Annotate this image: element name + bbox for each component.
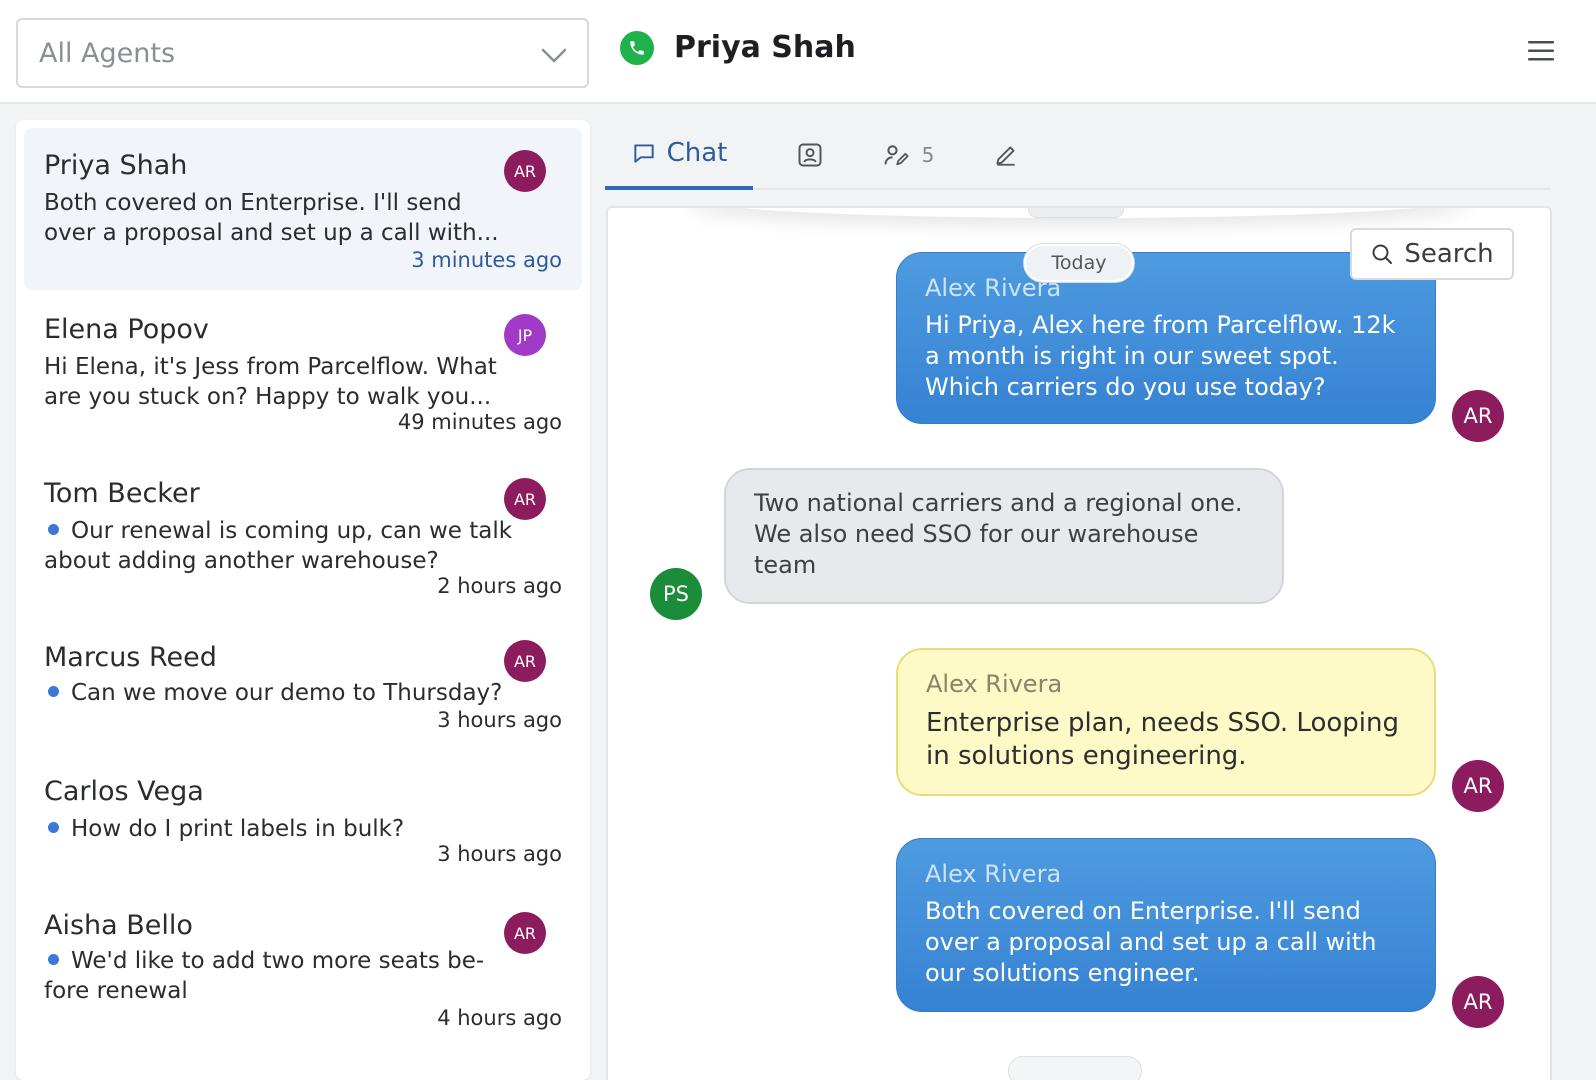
- conversation-name: Priya Shah: [44, 150, 188, 181]
- detail-tabs: Chat 5: [605, 120, 1551, 190]
- conversation-list: Priya Shah AR Both covered on Enterprise…: [16, 120, 590, 1080]
- message-bubble: Two national carriers and a regional one…: [724, 468, 1284, 604]
- conversation-item[interactable]: Elena Popov JP Hi Elena, it's Jess from …: [24, 292, 582, 452]
- conversation-preview-text: Can we move our demo to Thursday?: [71, 680, 503, 706]
- message-sender: Alex Rivera: [925, 860, 1062, 888]
- conversation-item[interactable]: Carlos Vega How do I print labels in bul…: [24, 754, 582, 884]
- agent-avatar: JP: [504, 314, 546, 356]
- agent-filter-value: All Agents: [39, 38, 176, 69]
- tab-chat[interactable]: Chat: [605, 120, 753, 190]
- message-sender: Alex Rivera: [926, 670, 1063, 698]
- conversation-name: Tom Becker: [44, 478, 200, 509]
- agent-avatar: AR: [504, 150, 546, 192]
- message-bubble: Alex Rivera Both covered on Enterprise. …: [896, 838, 1436, 1012]
- conversation-name: Carlos Vega: [44, 776, 204, 807]
- tab-notes[interactable]: [981, 120, 1031, 190]
- conversation-preview: Our renewal is coming up, can we talk ab…: [44, 516, 514, 576]
- phone-icon[interactable]: [620, 30, 654, 65]
- app-header: All Agents Priya Shah: [0, 0, 1596, 104]
- unread-dot: [48, 524, 59, 535]
- message-avatar: AR: [1452, 976, 1504, 1028]
- conversation-time: 3 hours ago: [437, 708, 562, 732]
- conversation-item[interactable]: Aisha Bello AR We'd like to add two more…: [24, 888, 582, 1048]
- assignee-count: 5: [921, 143, 935, 167]
- conversation-preview-text: We'd like to add two more seats be-fore …: [44, 948, 485, 1004]
- scroll-marker: [1028, 208, 1124, 218]
- conversation-name: Marcus Reed: [44, 642, 217, 673]
- conversation-name: Aisha Bello: [44, 910, 193, 941]
- chevron-down-icon: [541, 48, 567, 63]
- conversation-preview: How do I print labels in bulk?: [44, 814, 514, 844]
- unread-dot: [48, 954, 59, 965]
- date-divider: Today: [1024, 244, 1134, 282]
- conversation-time: 4 hours ago: [437, 1006, 562, 1030]
- conversation-time: 3 minutes ago: [411, 248, 562, 272]
- message-avatar: AR: [1452, 390, 1504, 442]
- conversation-time: 2 hours ago: [437, 574, 562, 598]
- message-text: Hi Priya, Alex here from Parcelflow. 12k…: [925, 311, 1396, 401]
- scroll-marker: [1008, 1056, 1142, 1080]
- search-icon: [1372, 244, 1393, 264]
- agent-avatar: AR: [504, 640, 546, 682]
- search-button[interactable]: Search: [1350, 228, 1514, 280]
- message-sender: Alex Rivera: [925, 274, 1062, 302]
- message-text: Both covered on Enterprise. I'll send ov…: [925, 897, 1377, 987]
- chat-panel: Search Today Alex Rivera Hi Priya, Alex …: [606, 206, 1552, 1080]
- conversation-preview: Hi Elena, it's Jess from Parcelflow. Wha…: [44, 354, 497, 410]
- conversation-preview: We'd like to add two more seats be-fore …: [44, 946, 514, 1006]
- pencil-icon: [996, 146, 1015, 166]
- conversation-preview: Can we move our demo to Thursday?: [44, 678, 514, 708]
- message-avatar: PS: [650, 568, 702, 620]
- agent-avatar: AR: [504, 478, 546, 520]
- message-text: Two national carriers and a regional one…: [754, 489, 1243, 579]
- conversation-item[interactable]: Priya Shah AR Both covered on Enterprise…: [24, 128, 582, 290]
- internal-note-bubble: Alex Rivera Enterprise plan, needs SSO. …: [896, 648, 1436, 796]
- unread-dot: [48, 686, 59, 697]
- conversation-time: 3 hours ago: [437, 842, 562, 866]
- conversation-item[interactable]: Marcus Reed AR Can we move our demo to T…: [24, 620, 582, 750]
- conversation-name: Elena Popov: [44, 314, 209, 345]
- conversation-preview-text: Our renewal is coming up, can we talk ab…: [44, 518, 513, 574]
- tab-contact[interactable]: [785, 120, 835, 190]
- search-label: Search: [1404, 239, 1494, 269]
- contact-name: Priya Shah: [674, 30, 856, 65]
- contact-card-icon: [798, 143, 822, 167]
- unread-dot: [48, 822, 59, 833]
- agent-filter-select[interactable]: All Agents: [16, 18, 589, 88]
- tab-chat-label: Chat: [666, 138, 728, 168]
- conversation-preview: Both covered on Enterprise. I'll send ov…: [44, 190, 499, 246]
- contact-title: Priya Shah: [620, 30, 856, 65]
- conversation-time: 49 minutes ago: [397, 410, 562, 434]
- tab-assignees[interactable]: 5: [873, 120, 943, 190]
- message-text: Enterprise plan, needs SSO. Looping in s…: [926, 708, 1399, 771]
- message-avatar: AR: [1452, 760, 1504, 812]
- assign-user-icon: [884, 145, 909, 166]
- conversation-item[interactable]: Tom Becker AR Our renewal is coming up, …: [24, 456, 582, 616]
- chat-bubble-icon: [633, 144, 654, 163]
- hamburger-menu-icon[interactable]: [1526, 38, 1556, 64]
- conversation-preview-text: How do I print labels in bulk?: [71, 816, 405, 842]
